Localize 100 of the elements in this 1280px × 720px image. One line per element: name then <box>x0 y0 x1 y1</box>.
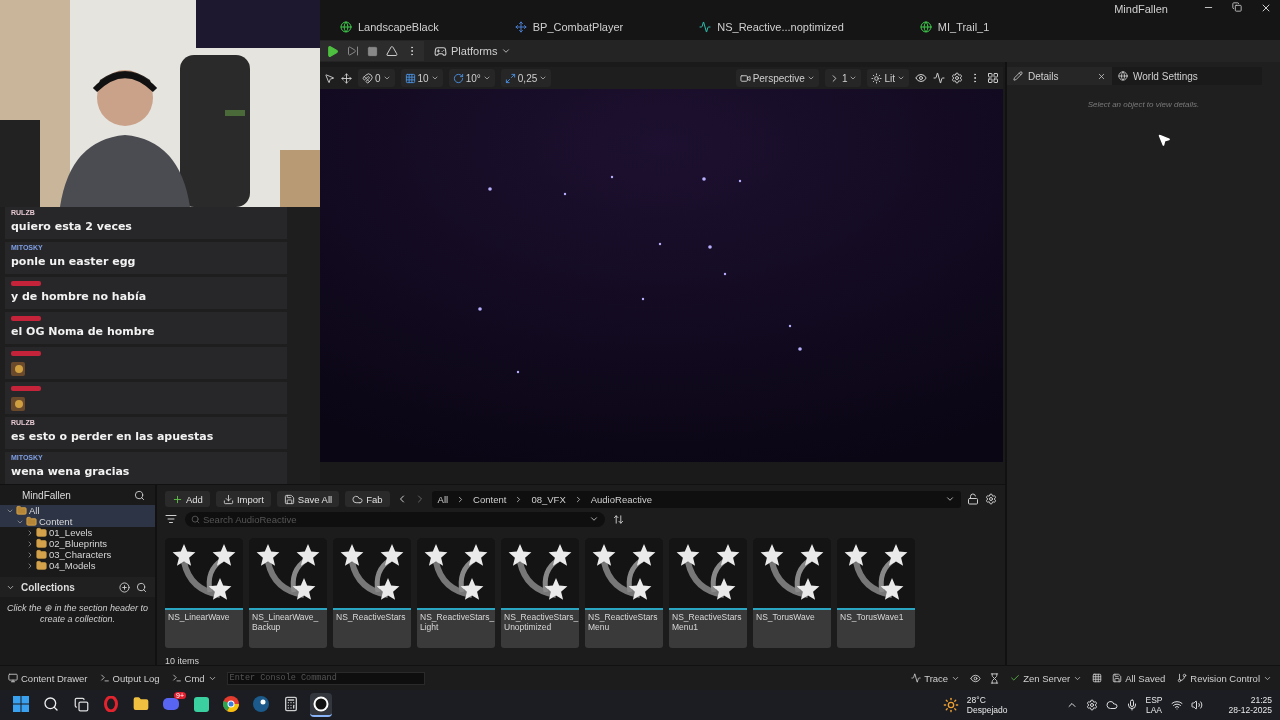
toolbar-button[interactable]: Save All <box>276 491 340 507</box>
caret-down-icon <box>806 74 815 82</box>
snap-button[interactable]: 0 <box>358 69 395 87</box>
drawer-icon <box>8 673 18 683</box>
chat-text: ponle un easter egg <box>11 255 137 268</box>
eye-icon <box>915 72 927 84</box>
asset-tile[interactable]: NS_ReactiveStars_ Unoptimized <box>501 538 579 648</box>
asset-tile[interactable]: NS_LinearWave <box>165 538 243 648</box>
search-icon <box>43 696 59 712</box>
search-icon <box>134 489 145 501</box>
tab-label: MI_Trail_1 <box>937 21 990 33</box>
view-mode-button[interactable]: Lit <box>867 69 909 87</box>
asset-tile[interactable]: NS_TorusWave <box>753 538 831 648</box>
toolbar-button[interactable]: Fab <box>345 491 390 507</box>
speed-button[interactable]: 1 <box>824 69 862 87</box>
folder-tree-item[interactable]: 04_Models <box>0 560 155 571</box>
folder-tree-item[interactable]: 02_Blueprints <box>0 538 155 549</box>
transform-icon <box>341 72 352 84</box>
window-title: MindFallen <box>1114 3 1168 15</box>
tab-label: NS_Reactive...noptimized <box>717 21 844 33</box>
document-tab[interactable]: MI_Trail_1 <box>909 14 1000 40</box>
step-icon <box>347 45 359 57</box>
revision-control-button[interactable]: Revision Control <box>1175 672 1274 684</box>
content-drawer-button[interactable]: Content Drawer <box>6 672 90 684</box>
breadcrumb-item[interactable]: 08_VFX <box>531 493 566 505</box>
stop-icon <box>367 45 378 57</box>
keyboard-layout: LAA <box>1145 705 1163 716</box>
terminal-icon <box>171 673 182 683</box>
save-icon <box>283 493 295 505</box>
folder-tree-item[interactable]: Content <box>0 516 155 527</box>
empty-hint: Select an object to view details. <box>1086 100 1201 109</box>
folder-tree-item[interactable]: All <box>0 505 155 516</box>
language: ESP <box>1145 694 1163 705</box>
asset-name: NS_ReactiveStars_ Light <box>419 611 495 634</box>
document-tab[interactable]: LandscapeBlack <box>330 14 449 40</box>
search-icon <box>136 581 147 593</box>
folder-icon <box>133 696 149 712</box>
branch-icon <box>1177 673 1188 683</box>
toolbar-button[interactable]: Import <box>215 491 271 507</box>
scale-snap-icon <box>504 72 516 84</box>
cloud-icon <box>352 493 364 505</box>
folder-tree-item[interactable]: 03_Characters <box>0 549 155 560</box>
breadcrumb-item[interactable]: AudioReactive <box>590 493 652 505</box>
platforms-button[interactable]: Platforms <box>430 41 516 61</box>
snap-button[interactable]: 0,25 <box>500 69 552 87</box>
folder-icon <box>26 516 37 527</box>
collections-title: Collections <box>21 581 76 593</box>
windows-stack-icon <box>73 696 89 712</box>
taskbar-app[interactable] <box>310 693 332 717</box>
trace-button[interactable]: Trace <box>909 672 963 684</box>
clock-time: 21:25 <box>1250 694 1272 705</box>
surface-snap-icon <box>362 72 373 84</box>
asset-tile[interactable]: NS_ReactiveStars_ Light <box>417 538 495 648</box>
asset-tile[interactable]: NS_ReactiveStars <box>333 538 411 648</box>
breadcrumb-item[interactable]: All <box>437 493 449 505</box>
caret-down-icon <box>539 74 548 82</box>
sun-icon <box>942 697 959 713</box>
asset-tile[interactable]: NS_LinearWave_ Backup <box>249 538 327 648</box>
document-tab[interactable]: BP_CombatPlayer <box>504 14 634 40</box>
globe-icon <box>340 21 352 33</box>
tray-icon <box>1105 699 1118 711</box>
asset-name: NS_LinearWave_ Backup <box>251 611 320 634</box>
caret-down-icon <box>501 46 512 56</box>
output-log-button[interactable]: Output Log <box>97 672 162 684</box>
toolbar-button[interactable]: Add <box>165 491 210 507</box>
folder-tree-item[interactable]: 01_Levels <box>0 527 155 538</box>
app-icon <box>193 696 209 712</box>
folder-icon <box>36 538 47 549</box>
panel-tab[interactable]: World Settings <box>1112 67 1262 85</box>
cmd-button[interactable]: Cmd <box>169 672 219 684</box>
ring-icon <box>103 696 119 712</box>
caret-down-icon <box>482 74 491 82</box>
asset-tile[interactable]: NS_ReactiveStars Menu1 <box>669 538 747 648</box>
tab-label: BP_CombatPlayer <box>532 21 624 33</box>
console-field[interactable]: Enter Console Command <box>226 671 425 685</box>
tray-icon <box>1085 699 1098 711</box>
asset-tile[interactable]: NS_TorusWave1 <box>837 538 915 648</box>
item-count: 10 items <box>165 656 200 666</box>
plus-icon <box>172 493 183 505</box>
camera-button[interactable]: Perspective <box>735 69 819 87</box>
save-status-button[interactable]: All Saved <box>1110 672 1168 684</box>
asset-tile[interactable]: NS_ReactiveStars Menu <box>585 538 663 648</box>
sort-icon <box>613 513 624 525</box>
panel-tab[interactable]: Details <box>1007 67 1112 85</box>
asset-name: NS_LinearWave <box>167 611 231 624</box>
restore-icon <box>1232 2 1242 12</box>
search-field[interactable]: Search AudioReactive <box>185 511 605 527</box>
zen-server-button[interactable]: Zen Server <box>1008 672 1085 684</box>
calculator-icon <box>283 696 299 712</box>
tab-label: LandscapeBlack <box>358 21 439 33</box>
document-tab[interactable]: NS_Reactive...noptimized <box>689 14 854 40</box>
clock-date: 28-12-2025 <box>1228 705 1272 716</box>
hourglass-icon <box>989 672 1001 684</box>
snap-button[interactable]: 10 <box>400 69 443 87</box>
breadcrumb-item[interactable]: Content <box>473 493 507 505</box>
weather-text: Despejado <box>966 705 1008 716</box>
folder-label: 02_Blueprints <box>49 538 108 549</box>
snap-button[interactable]: 10° <box>448 69 495 87</box>
tab-label: Details <box>1028 70 1060 82</box>
chrome-icon <box>223 696 239 712</box>
